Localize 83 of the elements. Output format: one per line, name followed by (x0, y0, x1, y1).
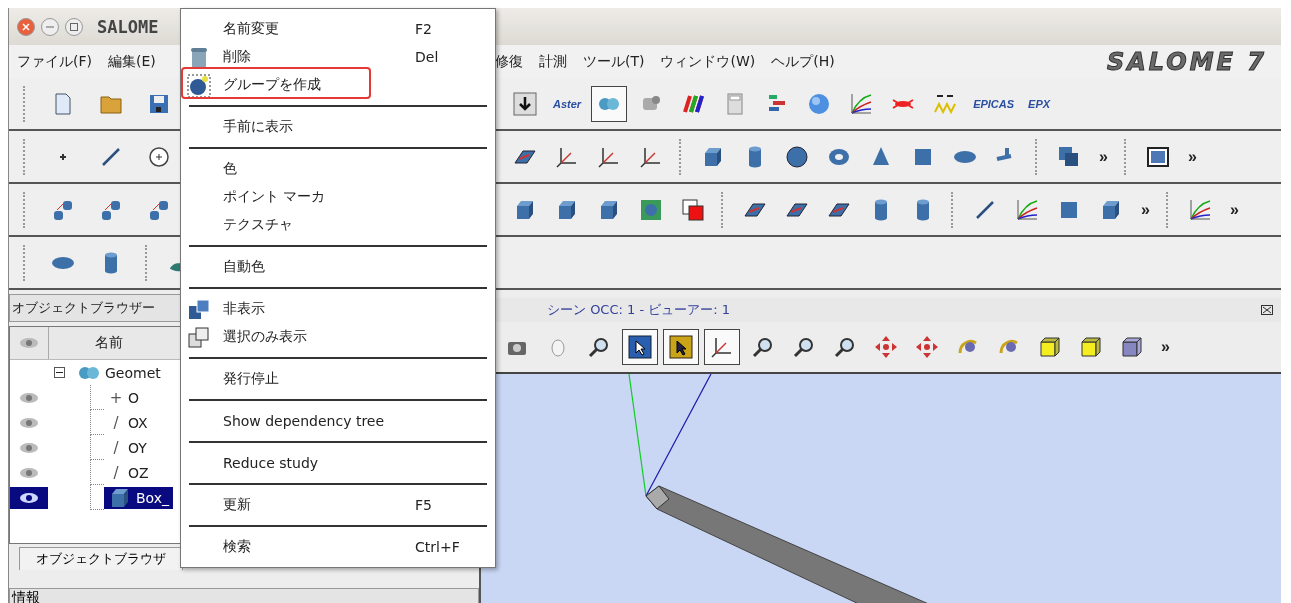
menu-item[interactable]: 色 (223, 160, 471, 178)
more-tools-button[interactable]: » (1223, 200, 1245, 219)
tree-item[interactable]: Geomet (73, 361, 165, 384)
more-tools-button[interactable]: » (1135, 200, 1156, 219)
panel-title: 情報 (9, 588, 479, 603)
menu-item[interactable]: 計測 (531, 52, 575, 71)
menu-item[interactable]: 自動色 (223, 258, 471, 276)
tree-item[interactable]: / OX (104, 411, 152, 434)
pointer-select-icon (669, 335, 693, 359)
menu-item[interactable]: グループを作成 (223, 76, 471, 94)
close-icon (22, 22, 30, 31)
close-icon (1261, 304, 1273, 315)
cubes-outline-icon (187, 326, 211, 350)
magnifier-icon (587, 335, 611, 359)
toolbar-button[interactable] (622, 329, 658, 365)
menu-item[interactable]: ウィンドウ(W) (652, 52, 764, 71)
toolbar-button[interactable] (591, 85, 628, 122)
menu-item[interactable]: ツール(T) (575, 52, 653, 71)
point-icon (59, 152, 67, 161)
toolbar-button[interactable] (663, 329, 699, 365)
more-tools-button[interactable]: » (1181, 147, 1203, 166)
magnifier-icon (751, 335, 775, 359)
cubes-icon (187, 298, 211, 322)
shortcut-label: F5 (415, 497, 433, 513)
cube-icon (1079, 335, 1103, 359)
magnifier-icon (833, 335, 857, 359)
module-button[interactable]: Aster (549, 85, 586, 122)
group-icon (187, 74, 211, 98)
curves-icon (849, 91, 874, 116)
tree-item[interactable]: / OZ (104, 461, 153, 484)
tree-item[interactable]: / OY (104, 436, 151, 459)
menu-item[interactable]: 削除 (223, 48, 415, 66)
module-button[interactable]: EPICAS (969, 85, 1019, 122)
globe-icon (807, 91, 832, 116)
overlapping-squares-icon (1057, 144, 1081, 169)
maximize-button[interactable] (65, 17, 83, 36)
menu-item[interactable]: Show dependency tree (223, 413, 471, 429)
curves-icon (1187, 197, 1212, 222)
window-title: SALOME (97, 16, 159, 37)
menu-item[interactable]: 編集(E) (100, 52, 164, 71)
shaded-cube-icon (1120, 335, 1144, 359)
viewer-title: シーン OCC: 1 - ビューアー: 1 (547, 301, 731, 319)
more-tools-button[interactable]: » (1093, 147, 1114, 166)
tree-item[interactable]: Box_ (104, 486, 174, 509)
module-button[interactable]: EPX (1024, 85, 1055, 122)
menu-item[interactable]: 選択のみ表示 (223, 328, 471, 346)
menu-item[interactable]: Reduce study (223, 455, 471, 471)
magnifier-icon (792, 335, 816, 359)
tree-item[interactable]: + O (104, 386, 144, 409)
overlapping-frames-icon (681, 197, 705, 222)
sphere-icon (785, 144, 809, 169)
column-header: 名前 (94, 333, 124, 352)
menu-item[interactable]: 更新 (223, 496, 415, 514)
shortcut-label: Ctrl+F (415, 539, 461, 555)
collapse-icon[interactable] (54, 367, 65, 378)
cube-icon (1038, 335, 1062, 359)
four-arrows-icon (874, 335, 898, 359)
menu-item[interactable]: 発行停止 (223, 370, 471, 388)
axes-icon (710, 335, 734, 359)
close-button[interactable] (1261, 302, 1273, 318)
shortcut-label: Del (415, 49, 440, 65)
shortcut-label: F2 (415, 21, 433, 37)
more-tools-button[interactable]: » (1155, 338, 1176, 356)
menu-item[interactable]: ヘルプ(H) (763, 52, 843, 71)
menu-item[interactable]: テクスチャ (223, 216, 471, 234)
logo: SALOME 7 (1106, 47, 1267, 76)
circle-icon (147, 144, 171, 169)
menu-item[interactable]: 手前に表示 (223, 118, 471, 136)
menu-item[interactable]: 名前変更 (223, 20, 415, 38)
eye-icon[interactable] (19, 491, 39, 504)
image-icon (1145, 144, 1170, 169)
toolbar-button[interactable] (704, 329, 740, 365)
tab[interactable]: オブジェクトブラウザ (19, 547, 183, 570)
visibility-toggle[interactable] (10, 486, 48, 509)
menu-item[interactable]: 非表示 (223, 300, 471, 318)
four-arrows-icon (915, 335, 939, 359)
maximize-icon (70, 22, 78, 31)
minimize-icon (46, 25, 54, 28)
menu-item[interactable]: 検索 (223, 538, 415, 556)
curves-icon (1015, 197, 1039, 222)
menu-item[interactable]: ポイント マーカ (223, 188, 471, 206)
menu-item[interactable]: ファイル(F) (9, 52, 100, 71)
pointer-icon (628, 335, 652, 359)
